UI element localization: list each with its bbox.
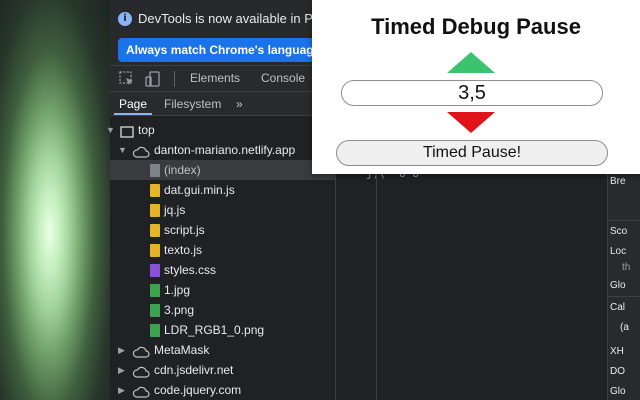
expand-down-icon[interactable]: ▼ [118, 140, 128, 160]
file-tree-label: LDR_RGB1_0.png [164, 323, 265, 337]
tab-elements[interactable]: Elements [190, 71, 240, 85]
sidebar-row-local[interactable]: Loc [610, 246, 626, 257]
sidebar-row-this: th [622, 262, 631, 273]
file-icon [150, 204, 160, 217]
sidebar-row-callstack[interactable]: Cal [610, 302, 625, 313]
sidebar-row-xhr[interactable]: XH [610, 346, 624, 357]
file-tree-item[interactable]: dat.gui.min.js [110, 180, 335, 200]
file-icon [150, 324, 160, 337]
cursor-select-icon[interactable] [118, 70, 136, 88]
cloud-icon [132, 384, 150, 400]
delay-value-field[interactable]: 3,5 [341, 80, 603, 106]
file-tree-item[interactable]: jq.js [110, 200, 335, 220]
page-background [0, 0, 110, 400]
sidebar-row-anonymous[interactable]: (a [620, 322, 629, 333]
divider [608, 296, 640, 297]
subtab-filesystem[interactable]: Filesystem [164, 97, 221, 111]
file-tree-item[interactable]: styles.css [110, 260, 335, 280]
editor-gutter-line [376, 172, 377, 400]
file-tree-item[interactable]: (index) [110, 160, 335, 180]
file-tree-item[interactable]: texto.js [110, 240, 335, 260]
infobar-message: DevTools is now available in Portu [138, 11, 336, 26]
file-icon [150, 224, 160, 237]
expand-down-icon[interactable]: ▼ [106, 120, 116, 140]
file-tree-label: top [138, 123, 155, 137]
file-tree-item[interactable]: 1.jpg [110, 280, 335, 300]
file-tree-folder[interactable]: ▶ cdn.jsdelivr.net [110, 360, 335, 380]
sidebar-row-global[interactable]: Glo [610, 280, 626, 291]
sources-navigator-tabs: Page Filesystem » [110, 92, 335, 116]
match-language-button[interactable]: Always match Chrome's language [118, 38, 329, 62]
timed-debug-popup: Timed Debug Pause 3,5 Timed Pause! [312, 0, 640, 174]
file-icon [150, 304, 160, 317]
expand-right-icon[interactable]: ▶ [118, 380, 128, 400]
file-tree-label: jq.js [164, 203, 186, 217]
device-toggle-icon[interactable] [144, 70, 162, 88]
file-tree-item[interactable]: LDR_RGB1_0.png [110, 320, 335, 340]
file-tree-label: danton-mariano.netlify.app [154, 143, 296, 157]
file-tree: ▼ top ▼ danton-mariano.netlify.app (index) da… [106, 120, 335, 400]
file-tree-label: cdn.jsdelivr.net [154, 363, 234, 377]
timed-pause-button[interactable]: Timed Pause! [336, 140, 608, 166]
file-tree-item[interactable]: script.js [110, 220, 335, 240]
subtab-page[interactable]: Page [119, 97, 147, 111]
file-tree-label: (index) [164, 163, 201, 177]
file-tree-label: styles.css [164, 263, 217, 277]
more-tabs-button[interactable]: » [236, 97, 243, 111]
tab-console[interactable]: Console [261, 71, 305, 85]
file-tree-folder[interactable]: ▼ danton-mariano.netlify.app [110, 140, 335, 160]
file-tree-label: texto.js [164, 243, 203, 257]
divider [608, 220, 640, 221]
sidebar-row-breakpoints[interactable]: Bre [610, 176, 626, 187]
file-icon [150, 184, 160, 197]
info-icon: i [118, 12, 132, 26]
file-icon [150, 244, 160, 257]
sidebar-row-dom[interactable]: DO [610, 366, 625, 377]
file-icon [150, 164, 160, 177]
toolbar-divider [174, 71, 175, 87]
expand-right-icon[interactable]: ▶ [118, 340, 128, 360]
file-tree-label: 3.png [164, 303, 195, 317]
active-subtab-indicator [114, 113, 152, 115]
expand-right-icon[interactable]: ▶ [118, 360, 128, 380]
file-tree-label: 1.jpg [164, 283, 191, 297]
file-tree-label: code.jquery.com [154, 383, 242, 397]
file-tree-label: MetaMask [154, 343, 210, 357]
file-tree-folder[interactable]: ▼ top [106, 120, 335, 140]
file-tree-label: dat.gui.min.js [164, 183, 235, 197]
file-tree-label: script.js [164, 223, 205, 237]
popup-title: Timed Debug Pause [371, 14, 581, 39]
sidebar-row-global-listeners[interactable]: Glo [610, 386, 626, 397]
file-tree-item[interactable]: 3.png [110, 300, 335, 320]
triangle-up-icon[interactable] [447, 52, 495, 73]
file-tree-folder[interactable]: ▶ MetaMask [110, 340, 335, 360]
triangle-down-icon[interactable] [447, 112, 495, 133]
file-icon [150, 264, 160, 277]
sidebar-row-scope[interactable]: Sco [610, 226, 627, 237]
file-tree-folder[interactable]: ▶ code.jquery.com [110, 380, 335, 400]
file-icon [150, 284, 160, 297]
